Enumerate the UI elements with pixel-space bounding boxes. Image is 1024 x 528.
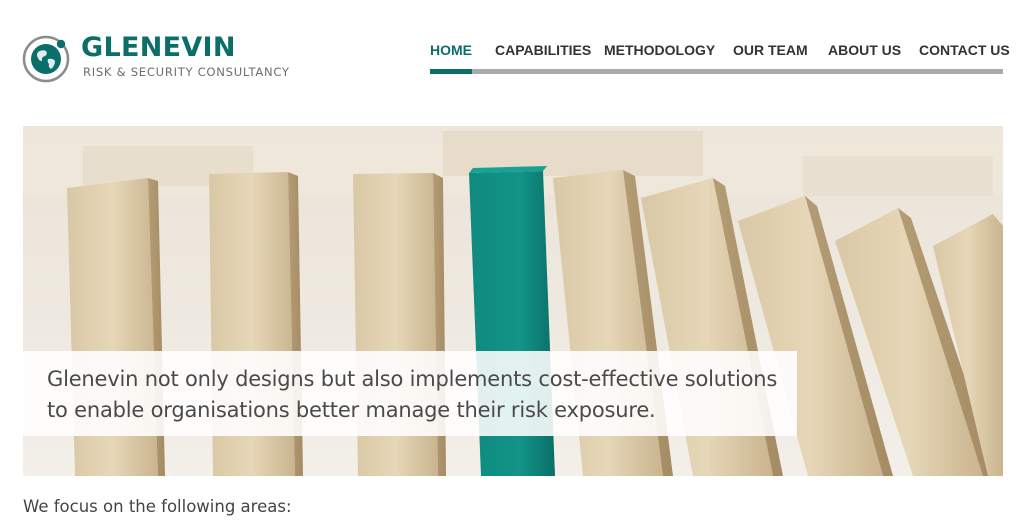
brand-tagline: RISK & SECURITY CONSULTANCY bbox=[83, 65, 290, 79]
nav-item-our-team[interactable]: OUR TEAM bbox=[733, 40, 808, 74]
glenevin-logo[interactable]: GLENEVIN RISK & SECURITY CONSULTANCY bbox=[22, 30, 332, 86]
brand-name: GLENEVIN bbox=[81, 32, 236, 63]
main-nav: HOME CAPABILITIES METHODOLOGY OUR TEAM A… bbox=[430, 40, 1010, 76]
nav-item-capabilities[interactable]: CAPABILITIES bbox=[495, 40, 591, 74]
nav-item-home[interactable]: HOME bbox=[430, 40, 472, 74]
hero-caption: Glenevin not only designs but also imple… bbox=[47, 367, 778, 422]
nav-item-about-us[interactable]: ABOUT US bbox=[828, 40, 901, 74]
focus-areas-intro: We focus on the following areas: bbox=[23, 497, 292, 516]
globe-icon bbox=[22, 33, 72, 83]
nav-item-methodology[interactable]: METHODOLOGY bbox=[604, 40, 715, 74]
nav-item-contact-us[interactable]: CONTACT US bbox=[919, 40, 1010, 74]
hero-banner: Glenevin not only designs but also imple… bbox=[23, 126, 1003, 476]
hero-caption-box: Glenevin not only designs but also imple… bbox=[23, 351, 797, 436]
